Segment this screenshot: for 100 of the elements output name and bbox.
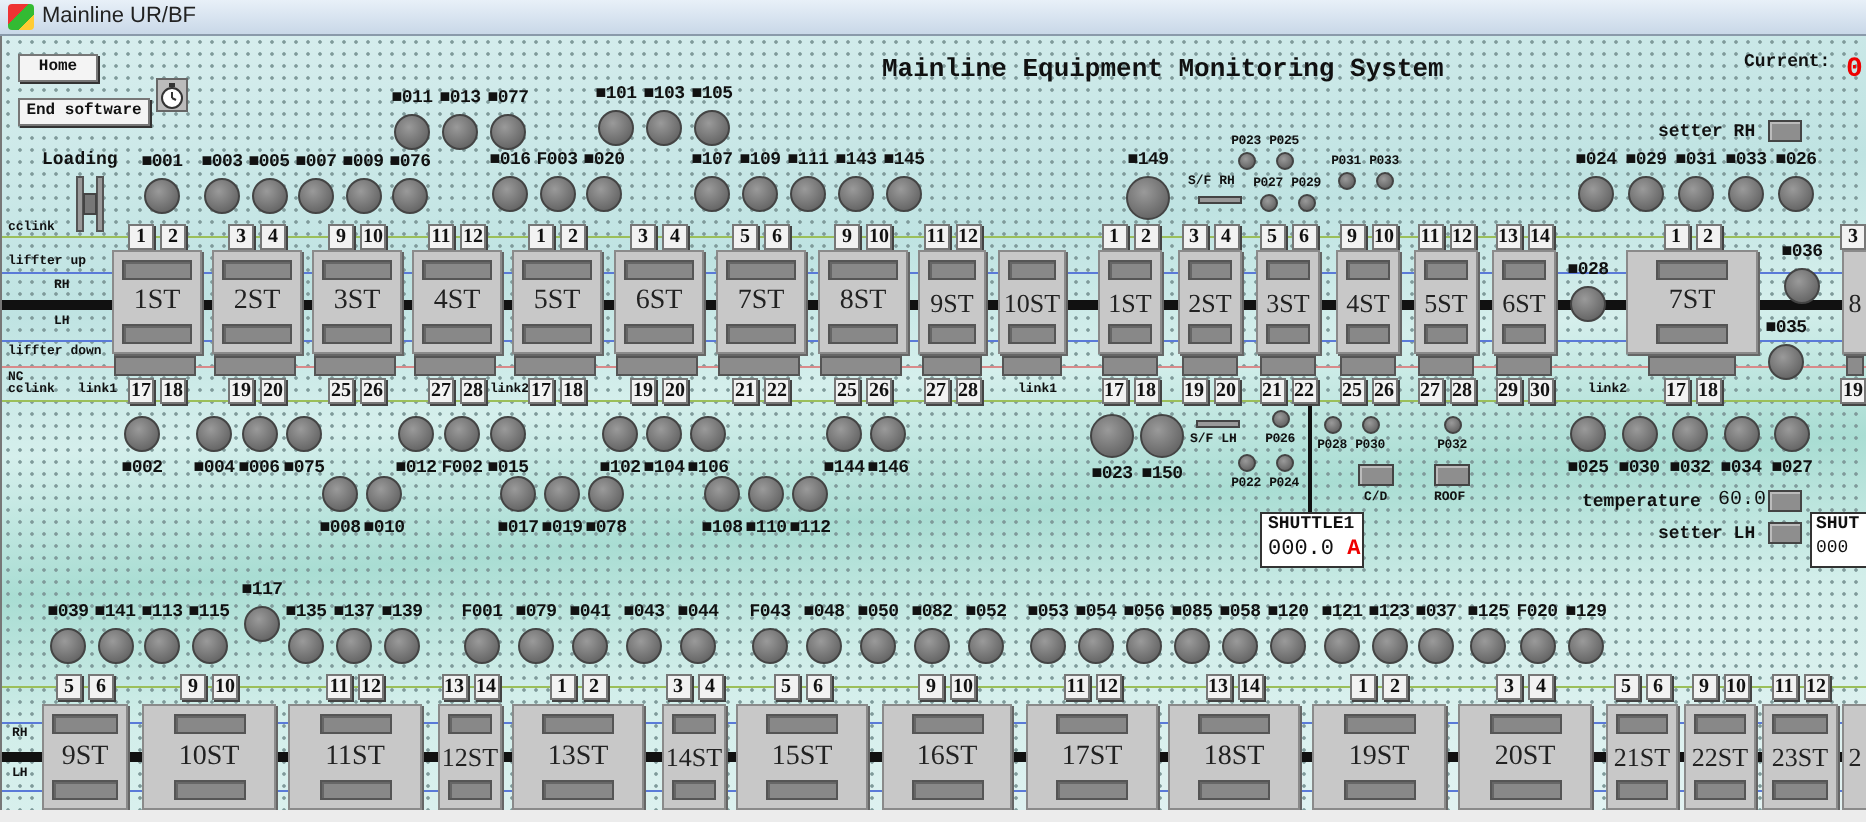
sensor-label: ■085 xyxy=(1171,602,1213,622)
station-block[interactable]: 6ST xyxy=(614,250,704,354)
station-block[interactable]: 8ST xyxy=(818,250,908,354)
port-indicator: 19 xyxy=(1181,378,1207,404)
station-block[interactable]: 18ST xyxy=(1168,704,1300,810)
sensor-lamp xyxy=(1768,344,1804,380)
sensor-label: ■008 xyxy=(319,518,361,538)
port-indicator: 10 xyxy=(1723,674,1749,700)
slot-bar xyxy=(222,324,292,344)
station-label: 7ST xyxy=(1668,288,1716,316)
port-indicator: 1 xyxy=(128,224,154,250)
station-block[interactable]: 17ST xyxy=(1026,704,1158,810)
slot-bar xyxy=(1694,714,1746,734)
port-indicator: 3 xyxy=(1840,224,1866,250)
sensor-label: ■123 xyxy=(1368,602,1410,622)
station-block[interactable]: 2ST xyxy=(1178,250,1242,354)
setter-box[interactable] xyxy=(1768,490,1802,512)
sensor-label: ■105 xyxy=(691,84,733,104)
sensor-label: ■005 xyxy=(248,152,290,172)
station-block[interactable]: 5ST xyxy=(1414,250,1478,354)
sensor-lamp xyxy=(1678,176,1714,212)
port-indicator: 9 xyxy=(1339,224,1365,250)
station-label: 4ST xyxy=(433,288,481,316)
port-indicator: 5 xyxy=(56,674,82,700)
port-indicator: 20 xyxy=(662,378,688,404)
station-block[interactable]: 5ST xyxy=(512,250,602,354)
station-label: 9ST xyxy=(61,743,109,771)
stopwatch-icon[interactable] xyxy=(156,72,188,106)
slot-bar xyxy=(1198,714,1270,734)
sensor-lamp xyxy=(518,628,554,664)
station-block[interactable]: 7ST xyxy=(1626,250,1758,354)
port-indicator: 20 xyxy=(260,378,286,404)
station-block[interactable]: 16ST xyxy=(882,704,1012,810)
station-block[interactable]: 8 xyxy=(1842,250,1866,354)
station-block[interactable]: 4ST xyxy=(1336,250,1400,354)
station-block[interactable]: 1ST xyxy=(1098,250,1162,354)
port-indicator: 17 xyxy=(128,378,154,404)
sensor-label: ■111 xyxy=(787,150,829,170)
station-block[interactable]: 14ST xyxy=(662,704,726,810)
sensor-label: ■026 xyxy=(1775,150,1817,170)
station-block[interactable]: 2ST xyxy=(212,250,302,354)
nav-button[interactable]: Home xyxy=(18,54,98,82)
sensor-label: ■025 xyxy=(1567,458,1609,478)
station-block[interactable]: 6ST xyxy=(1492,250,1556,354)
setter-label: setter RH xyxy=(1658,124,1756,142)
port-indicator: 3 xyxy=(665,674,691,700)
station-block[interactable]: 2 xyxy=(1842,704,1866,810)
sensor-label: ■010 xyxy=(363,518,405,538)
sensor-lamp xyxy=(1570,286,1606,322)
station-block[interactable]: 1ST xyxy=(112,250,202,354)
station-block[interactable]: 7ST xyxy=(716,250,806,354)
station-block[interactable]: 11ST xyxy=(288,704,422,810)
sensor-lamp xyxy=(124,416,160,452)
setter-box[interactable] xyxy=(1768,522,1802,544)
station-block[interactable]: 10ST xyxy=(998,250,1066,354)
shelf-bar xyxy=(1846,356,1864,376)
station-block[interactable]: 23ST xyxy=(1762,704,1838,810)
sensor-label: ■043 xyxy=(623,602,665,622)
station-block[interactable]: 9ST xyxy=(42,704,128,810)
slot-bar xyxy=(928,260,976,280)
port-indicator: 4 xyxy=(260,224,286,250)
station-block[interactable]: 21ST xyxy=(1606,704,1678,810)
station-block[interactable]: 22ST xyxy=(1684,704,1756,810)
port-indicator: 6 xyxy=(805,674,831,700)
station-block[interactable]: 15ST xyxy=(736,704,868,810)
port-indicator: 3 xyxy=(630,224,656,250)
station-label: 6ST xyxy=(635,288,683,316)
slot-bar xyxy=(522,260,592,280)
slot-bar xyxy=(1772,780,1828,800)
station-block[interactable]: 12ST xyxy=(438,704,502,810)
station-block[interactable]: 19ST xyxy=(1312,704,1446,810)
station-block[interactable]: 4ST xyxy=(412,250,502,354)
slot-bar xyxy=(448,780,492,800)
switch-bar xyxy=(1198,196,1242,204)
sensor-lamp xyxy=(1621,416,1657,452)
port-indicator: 12 xyxy=(1095,674,1121,700)
station-block[interactable]: 3ST xyxy=(312,250,402,354)
slot-bar xyxy=(766,780,838,800)
slot-bar xyxy=(1056,714,1128,734)
station-block[interactable]: 13ST xyxy=(512,704,644,810)
port-indicator: 22 xyxy=(1291,378,1317,404)
station-block[interactable]: 3ST xyxy=(1256,250,1320,354)
sensor-lamp xyxy=(626,628,662,664)
slot-bar xyxy=(222,260,292,280)
station-label: 20ST xyxy=(1494,743,1556,771)
sensor-lamp xyxy=(1126,176,1170,220)
shelf-bar xyxy=(717,356,799,376)
indicator-box xyxy=(1358,464,1394,486)
station-block[interactable]: 20ST xyxy=(1458,704,1592,810)
slot-bar xyxy=(726,260,796,280)
nav-button[interactable]: End software xyxy=(18,98,150,126)
sensor-lamp xyxy=(1568,628,1604,664)
station-block[interactable]: 10ST xyxy=(142,704,276,810)
station-block[interactable]: 9ST xyxy=(918,250,986,354)
sensor-label: ■030 xyxy=(1618,458,1660,478)
shelf-bar xyxy=(513,356,595,376)
setter-box[interactable] xyxy=(1768,120,1802,142)
sensor-label: ■029 xyxy=(1625,150,1667,170)
sensor-lamp xyxy=(704,476,740,512)
port-indicator: 9 xyxy=(918,674,944,700)
